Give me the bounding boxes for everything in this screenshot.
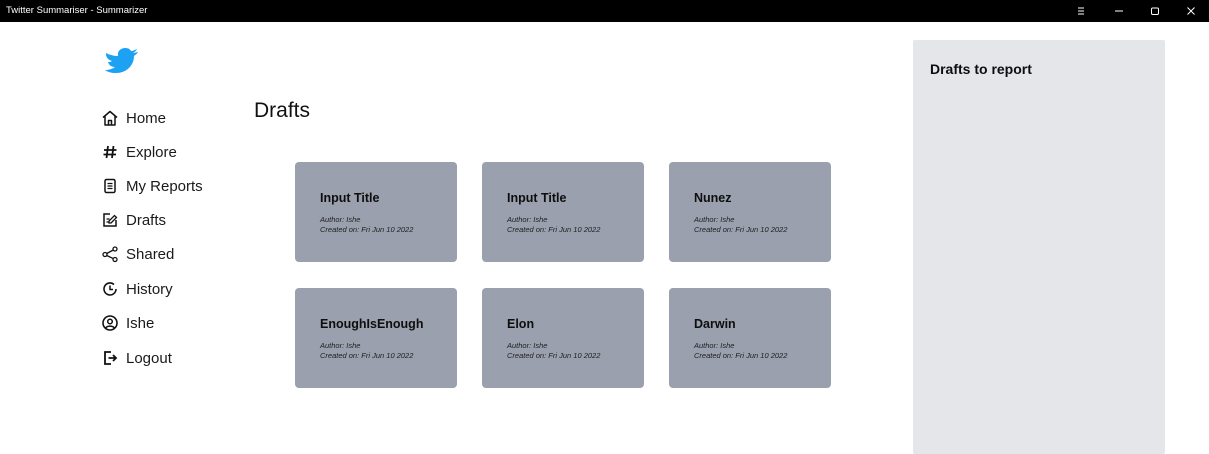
draft-card-author: Author: Ishe	[320, 341, 361, 350]
draft-card-created: Created on: Fri Jun 10 2022	[694, 225, 788, 234]
menu-icon[interactable]	[1066, 0, 1096, 22]
sidebar-item-explore[interactable]: Explore	[100, 140, 250, 164]
minimize-icon[interactable]	[1104, 0, 1134, 22]
sidebar-item-label: Home	[126, 109, 167, 127]
sidebar-item-label: Explore	[126, 143, 177, 161]
maximize-icon[interactable]	[1140, 0, 1170, 22]
window-titlebar: Twitter Summariser - Summarizer	[0, 0, 1209, 22]
draft-card-author: Author: Ishe	[694, 215, 735, 224]
sidebar-item-drafts[interactable]: Drafts	[100, 208, 250, 232]
window-title: Twitter Summariser - Summarizer	[6, 5, 148, 16]
sidebar-item-logout[interactable]: Logout	[100, 346, 250, 370]
sidebar-item-label: Drafts	[126, 211, 167, 229]
logout-icon	[100, 348, 120, 368]
draft-card-title: Elon	[507, 317, 535, 331]
draft-card-author: Author: Ishe	[320, 215, 361, 224]
draft-card-created: Created on: Fri Jun 10 2022	[320, 225, 414, 234]
draft-card[interactable]: Elon Author: Ishe Created on: Fri Jun 10…	[482, 288, 644, 388]
draft-card-title: Input Title	[507, 191, 567, 205]
draft-card-created: Created on: Fri Jun 10 2022	[694, 351, 788, 360]
draft-card-author: Author: Ishe	[694, 341, 735, 350]
drafts-to-report-panel: Drafts to report	[913, 40, 1165, 454]
draft-card-title: Nunez	[694, 191, 732, 205]
draft-card-author: Author: Ishe	[507, 341, 548, 350]
twitter-bird-icon	[104, 46, 140, 74]
sidebar-item-shared[interactable]: Shared	[100, 242, 250, 266]
sidebar-item-label: History	[126, 280, 173, 298]
sidebar-item-home[interactable]: Home	[100, 106, 250, 130]
draft-card-created: Created on: Fri Jun 10 2022	[507, 351, 601, 360]
close-icon[interactable]	[1176, 0, 1206, 22]
sidebar-item-label: My Reports	[126, 177, 203, 195]
sidebar-item-label: Ishe	[126, 314, 155, 332]
sidebar-item-label: Logout	[126, 349, 172, 367]
sidebar-item-label: Shared	[126, 245, 175, 263]
sidebar-item-profile[interactable]: Ishe	[100, 311, 250, 335]
draft-card-created: Created on: Fri Jun 10 2022	[507, 225, 601, 234]
draft-card-title: Darwin	[694, 317, 736, 331]
draft-card[interactable]: Input Title Author: Ishe Created on: Fri…	[482, 162, 644, 262]
panel-title: Drafts to report	[930, 61, 1032, 77]
draft-card[interactable]: EnoughIsEnough Author: Ishe Created on: …	[295, 288, 457, 388]
document-icon	[100, 176, 120, 196]
draft-card[interactable]: Input Title Author: Ishe Created on: Fri…	[295, 162, 457, 262]
draft-edit-icon	[100, 210, 120, 230]
page-title: Drafts	[254, 99, 311, 122]
draft-card[interactable]: Darwin Author: Ishe Created on: Fri Jun …	[669, 288, 831, 388]
draft-card[interactable]: Nunez Author: Ishe Created on: Fri Jun 1…	[669, 162, 831, 262]
history-icon	[100, 279, 120, 299]
sidebar-item-my-reports[interactable]: My Reports	[100, 174, 250, 198]
draft-card-author: Author: Ishe	[507, 215, 548, 224]
sidebar-item-history[interactable]: History	[100, 277, 250, 301]
share-icon	[100, 244, 120, 264]
hashtag-icon	[100, 142, 120, 162]
draft-card-title: EnoughIsEnough	[320, 317, 424, 331]
user-icon	[100, 313, 120, 333]
draft-card-title: Input Title	[320, 191, 380, 205]
draft-card-created: Created on: Fri Jun 10 2022	[320, 351, 414, 360]
home-icon	[100, 108, 120, 128]
